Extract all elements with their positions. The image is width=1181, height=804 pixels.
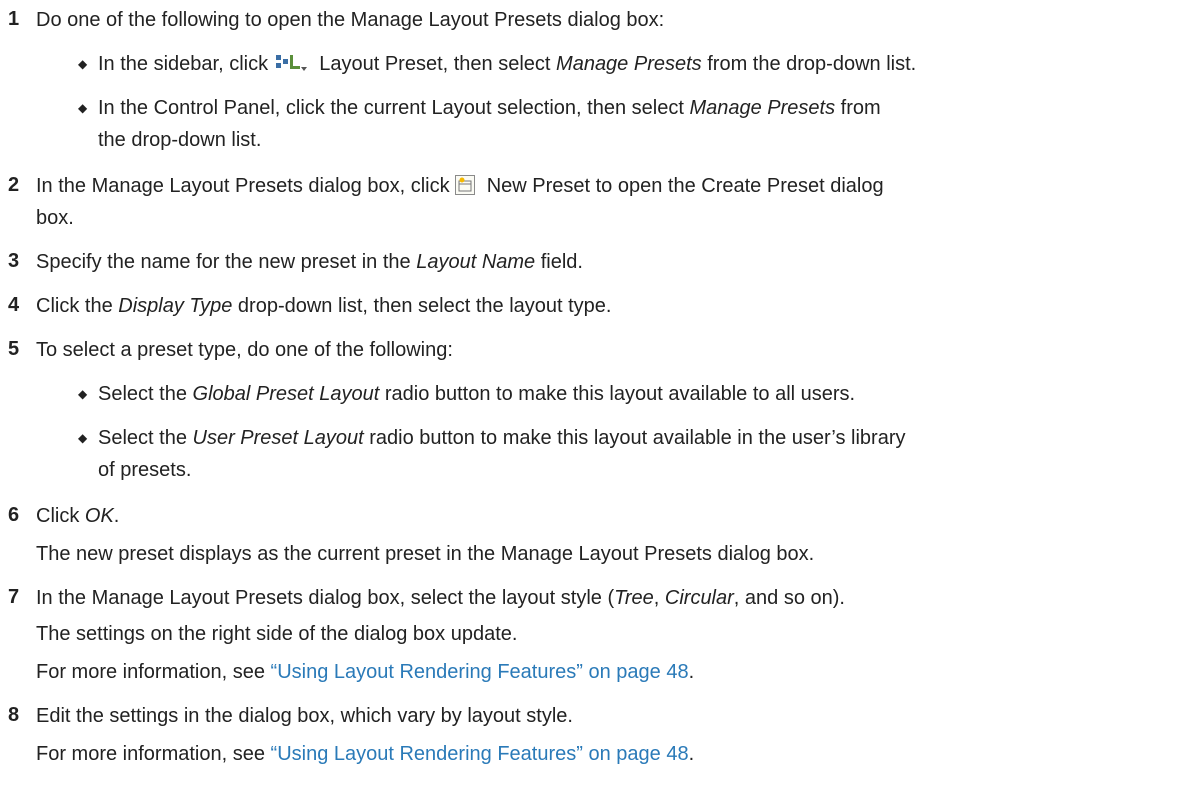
cross-reference-link[interactable]: “Using Layout Rendering Features” on pag…: [271, 743, 689, 765]
step-text: Edit the settings in the dialog box, whi…: [36, 705, 573, 727]
more-info: For more information, see “Using Layout …: [36, 743, 695, 765]
step-number: 8: [8, 704, 20, 726]
step-number: 5: [8, 338, 20, 360]
step-text: In the Manage Layout Presets dialog box,…: [36, 175, 884, 197]
cross-reference-link[interactable]: “Using Layout Rendering Features” on pag…: [271, 661, 689, 683]
bullet-item: In the sidebar, click Layout Preset, the…: [98, 53, 917, 75]
bullet-continuation: the drop-down list.: [98, 129, 262, 151]
step-continuation: box.: [36, 207, 74, 229]
bullet-icon: ◆: [78, 57, 88, 71]
step-number: 2: [8, 174, 20, 196]
step-number: 1: [8, 8, 20, 30]
bullet-item: In the Control Panel, click the current …: [98, 97, 881, 119]
step-result: The settings on the right side of the di…: [36, 623, 518, 645]
bullet-icon: ◆: [78, 431, 88, 445]
step-number: 3: [8, 250, 20, 272]
step-text: In the Manage Layout Presets dialog box,…: [36, 587, 845, 609]
more-info: For more information, see “Using Layout …: [36, 661, 695, 683]
bullet-continuation: of presets.: [98, 459, 192, 481]
step-result: The new preset displays as the current p…: [36, 543, 815, 565]
new-preset-icon: [455, 175, 476, 195]
bullet-icon: ◆: [78, 387, 88, 401]
step-text: To select a preset type, do one of the f…: [36, 339, 453, 361]
step-text: Click the Display Type drop-down list, t…: [36, 295, 612, 317]
bullet-icon: ◆: [78, 101, 88, 115]
bullet-item: Select the Global Preset Layout radio bu…: [98, 383, 856, 405]
bullet-item: Select the User Preset Layout radio butt…: [98, 427, 906, 449]
step-number: 4: [8, 294, 20, 316]
step-number: 7: [8, 586, 20, 608]
step-text: Specify the name for the new preset in t…: [36, 251, 583, 273]
step-text: Do one of the following to open the Mana…: [36, 9, 665, 31]
layout-preset-icon: [274, 53, 308, 73]
step-number: 6: [8, 504, 20, 526]
step-text: Click OK.: [36, 505, 120, 527]
